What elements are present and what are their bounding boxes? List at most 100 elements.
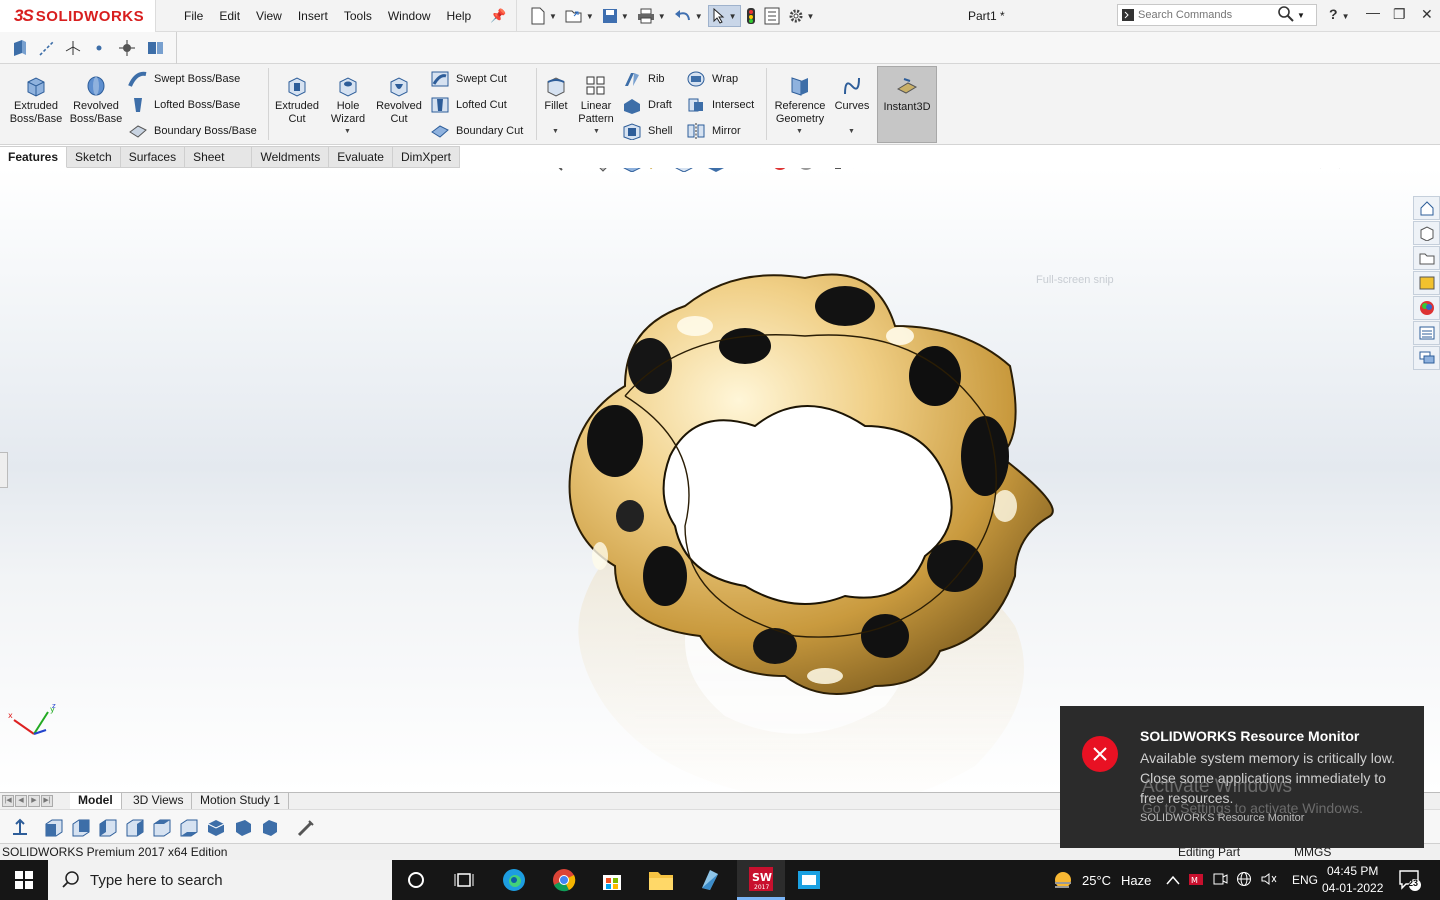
options-button[interactable]: ▼	[785, 5, 818, 27]
menu-view[interactable]: View	[248, 9, 290, 23]
weather-widget[interactable]: 25°C Haze	[1052, 860, 1151, 900]
bottom-view-icon[interactable]	[179, 818, 199, 841]
file-explorer-icon[interactable]	[1413, 246, 1440, 270]
chevron-up-icon[interactable]	[1166, 873, 1180, 888]
windows-start-button[interactable]	[0, 860, 48, 900]
tab-model[interactable]: Model	[70, 793, 122, 809]
measure-icon[interactable]	[296, 818, 316, 841]
tab-weldments[interactable]: Weldments	[252, 146, 330, 168]
search-dropdown-icon[interactable]: ▼	[1297, 11, 1305, 20]
save-button[interactable]: ▼	[599, 5, 632, 27]
extruded-cut-button[interactable]: Extruded Cut	[272, 74, 322, 126]
solidworks-logo[interactable]: 3S SOLIDWORKS	[0, 0, 156, 32]
curves-dropdown-icon[interactable]: ▼	[848, 128, 855, 135]
snipping-app-button[interactable]	[785, 860, 833, 900]
new-document-button[interactable]: ▼	[527, 5, 560, 27]
linear-pattern-dropdown-icon[interactable]: ▼	[593, 128, 600, 135]
right-view-icon[interactable]	[125, 818, 145, 841]
viewport-right-panel-icon[interactable]: 〉	[1338, 168, 1350, 171]
last-tab-icon[interactable]: ▶|	[41, 795, 53, 807]
shell-button[interactable]: Shell	[622, 122, 672, 140]
lofted-boss-button[interactable]: Lofted Boss/Base	[128, 96, 240, 114]
isometric-view-icon[interactable]	[206, 818, 226, 841]
task-view-button[interactable]	[440, 860, 488, 900]
boundary-boss-button[interactable]: Boundary Boss/Base	[128, 122, 257, 140]
appearances-icon[interactable]	[1413, 296, 1440, 320]
app-shortcut-button[interactable]	[686, 860, 734, 900]
curves-button[interactable]: Curves	[832, 74, 872, 113]
home-icon[interactable]	[1413, 196, 1440, 220]
coordinate-system-icon[interactable]	[118, 39, 136, 60]
tab-evaluate[interactable]: Evaluate	[329, 146, 393, 168]
language-indicator[interactable]: ENG	[1292, 873, 1318, 887]
point-icon[interactable]	[94, 42, 104, 56]
action-center-button[interactable]: 23	[1398, 869, 1422, 894]
prev-tab-icon[interactable]: ◀	[15, 795, 27, 807]
instant3d-button[interactable]: Instant3D	[877, 66, 937, 143]
pin-icon[interactable]: 📌	[490, 8, 506, 24]
linear-pattern-button[interactable]: Linear Pattern	[576, 74, 616, 126]
open-button[interactable]: ▼	[562, 5, 597, 27]
search-commands-input[interactable]	[1138, 9, 1274, 21]
menu-insert[interactable]: Insert	[290, 9, 336, 23]
revolved-cut-button[interactable]: Revolved Cut	[374, 74, 424, 126]
draft-button[interactable]: Draft	[622, 96, 672, 114]
extruded-boss-button[interactable]: Extruded Boss/Base	[8, 74, 64, 126]
tab-3d-views[interactable]: 3D Views	[125, 793, 193, 809]
dynamic-annotation-icon[interactable]	[648, 168, 668, 175]
menu-file[interactable]: File	[176, 9, 211, 23]
edge-app-button[interactable]	[490, 860, 538, 900]
fillet-button[interactable]: Fillet	[540, 74, 572, 113]
antivirus-icon[interactable]: M	[1188, 871, 1204, 890]
taskbar-search-box[interactable]: Type here to search	[48, 860, 392, 900]
viewport-left-panel-icon[interactable]: 〈	[1310, 168, 1322, 171]
zoom-to-fit-icon[interactable]	[544, 168, 564, 175]
resource-monitor-toast[interactable]: SOLIDWORKS Resource Monitor Available sy…	[1060, 706, 1424, 848]
chrome-app-button[interactable]	[540, 860, 588, 900]
tab-sketch[interactable]: Sketch	[67, 146, 121, 168]
wrap-button[interactable]: Wrap	[686, 70, 738, 88]
axis-icon[interactable]	[64, 39, 82, 60]
view-palette-icon[interactable]	[1413, 271, 1440, 295]
rebuild-button[interactable]	[743, 5, 759, 27]
file-explorer-app-button[interactable]	[637, 860, 685, 900]
minimize-icon[interactable]: —	[1366, 4, 1380, 20]
hide-show-items-icon[interactable]: ▼	[738, 168, 764, 175]
solidworks-app-button[interactable]: SW 2017	[737, 860, 785, 900]
menu-help[interactable]: Help	[439, 9, 480, 23]
hole-wizard-dropdown-icon[interactable]: ▼	[344, 128, 351, 135]
rib-button[interactable]: Rib	[622, 70, 665, 88]
centerline-icon[interactable]	[38, 39, 56, 60]
next-tab-icon[interactable]: ▶	[28, 795, 40, 807]
graphics-area[interactable]: ▼ ▼ ▼ ▼ ▼ 〈 〉 — ❐ ✕ Full-screen snip	[0, 168, 1440, 792]
lofted-cut-button[interactable]: Lofted Cut	[430, 96, 507, 114]
reference-geometry-button[interactable]: Reference Geometry	[770, 74, 830, 126]
swept-cut-button[interactable]: Swept Cut	[430, 70, 507, 88]
intersect-button[interactable]: Intersect	[686, 96, 754, 114]
apply-scene-icon[interactable]: ▼	[796, 168, 822, 175]
edit-appearance-icon[interactable]	[770, 168, 790, 175]
previous-view-icon[interactable]	[596, 168, 616, 175]
search-icon[interactable]	[1278, 5, 1294, 25]
zoom-to-area-icon[interactable]	[570, 168, 590, 175]
tab-surfaces[interactable]: Surfaces	[120, 146, 186, 168]
menu-edit[interactable]: Edit	[211, 9, 248, 23]
trimetric-view-icon[interactable]	[233, 818, 253, 841]
store-app-button[interactable]	[588, 860, 636, 900]
back-view-icon[interactable]	[71, 818, 91, 841]
print-button[interactable]: ▼	[634, 5, 669, 27]
hole-wizard-button[interactable]: Hole Wizard	[326, 74, 370, 126]
fillet-dropdown-icon[interactable]: ▼	[552, 128, 559, 135]
meet-now-icon[interactable]	[1212, 871, 1228, 890]
mirror-button[interactable]: Mirror	[686, 122, 741, 140]
tab-sheet-metal[interactable]: Sheet Metal	[185, 146, 253, 185]
search-commands-box[interactable]: ▼	[1117, 4, 1317, 26]
tab-dimxpert[interactable]: DimXpert	[392, 146, 460, 168]
design-library-icon[interactable]	[1413, 221, 1440, 245]
tab-features[interactable]: Features	[0, 146, 68, 168]
section-view-icon[interactable]	[622, 168, 642, 175]
select-button[interactable]: ▼	[707, 5, 741, 27]
mate-reference-icon[interactable]	[146, 39, 166, 60]
taskbar-clock[interactable]: 04:45 PM 04-01-2022	[1322, 863, 1383, 897]
feature-manager-handle[interactable]	[0, 452, 8, 488]
